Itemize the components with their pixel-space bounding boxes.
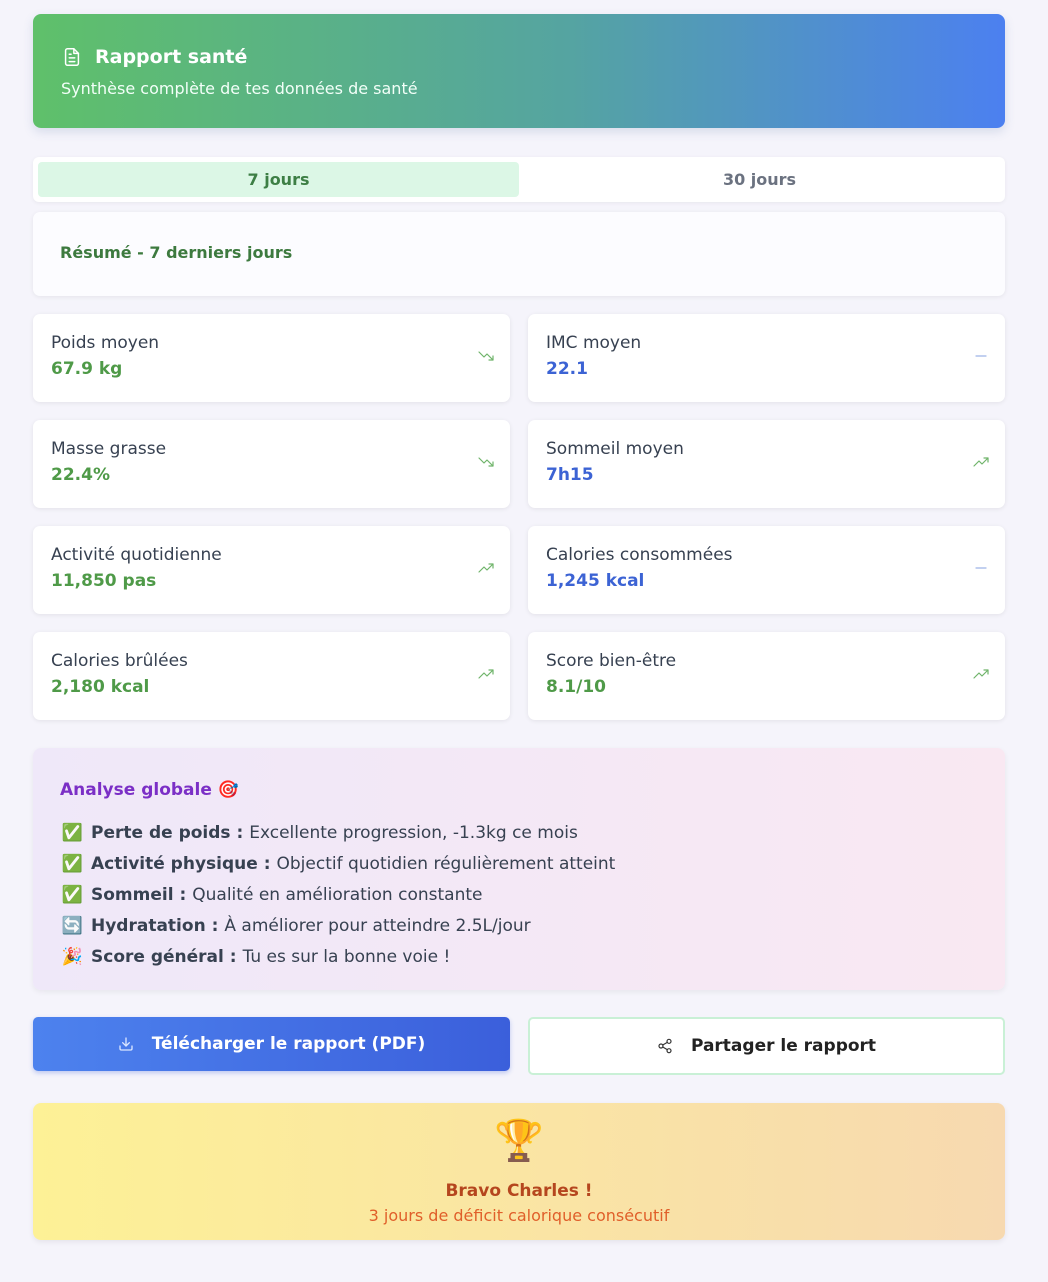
analysis-item-text: Objectif quotidien régulièrement atteint — [276, 853, 616, 874]
page-subtitle: Synthèse complète de tes données de sant… — [61, 79, 418, 98]
analysis-panel: Analyse globale 🎯 ✅ Perte de poids : Exc… — [33, 748, 1005, 990]
tab-30-jours[interactable]: 30 jours — [519, 162, 1000, 197]
metric-card-masse-grasse: Masse grasse 22.4% — [33, 420, 510, 508]
metric-label: IMC moyen — [546, 333, 642, 353]
download-button-label: Télécharger le rapport (PDF) — [151, 1034, 426, 1054]
metric-value: 67.9 kg — [51, 359, 123, 379]
trending-up-icon — [973, 667, 989, 681]
action-buttons: Télécharger le rapport (PDF) Partager le… — [33, 1017, 1005, 1075]
download-icon — [118, 1036, 134, 1052]
metric-card-calories-brulees: Calories brûlées 2,180 kcal — [33, 632, 510, 720]
refresh-icon: 🔄 — [61, 915, 84, 936]
summary-title: Résumé - 7 derniers jours — [60, 243, 293, 262]
check-icon: ✅ — [61, 822, 84, 843]
analysis-item-label: Perte de poids : — [91, 822, 244, 843]
metrics-grid: Poids moyen 67.9 kg IMC moyen 22.1 Masse… — [33, 314, 1005, 720]
analysis-item-label: Activité physique : — [91, 853, 271, 874]
metric-card-calories-consommees: Calories consommées 1,245 kcal — [528, 526, 1005, 614]
metric-value: 22.4% — [51, 465, 110, 485]
analysis-title-text: Analyse globale — [60, 780, 212, 800]
trending-down-icon — [478, 455, 494, 469]
metric-label: Activité quotidienne — [51, 545, 222, 565]
metric-value: 11,850 pas — [51, 571, 157, 591]
metric-label: Calories consommées — [546, 545, 733, 565]
period-tabs: 7 jours 30 jours — [33, 157, 1005, 202]
analysis-item: 🔄 Hydratation : À améliorer pour atteind… — [60, 910, 978, 941]
analysis-item: 🎉 Score général : Tu es sur la bonne voi… — [60, 941, 978, 972]
trending-down-icon — [478, 349, 494, 363]
metric-value: 7h15 — [546, 465, 594, 485]
share-icon — [657, 1038, 673, 1054]
congrats-banner: 🏆 Bravo Charles ! 3 jours de déficit cal… — [33, 1103, 1005, 1240]
report-header: Rapport santé Synthèse complète de tes d… — [33, 14, 1005, 128]
analysis-title: Analyse globale 🎯 — [60, 780, 978, 800]
metric-label: Poids moyen — [51, 333, 160, 353]
check-icon: ✅ — [61, 853, 84, 874]
metric-card-activite-quotidienne: Activité quotidienne 11,850 pas — [33, 526, 510, 614]
metric-value: 8.1/10 — [546, 677, 606, 697]
metric-card-score-bien-etre: Score bien-être 8.1/10 — [528, 632, 1005, 720]
congrats-title: Bravo Charles ! — [445, 1181, 593, 1201]
metric-card-sommeil-moyen: Sommeil moyen 7h15 — [528, 420, 1005, 508]
analysis-item-text: Qualité en amélioration constante — [192, 884, 483, 905]
party-popper-icon: 🎉 — [61, 946, 84, 967]
summary-panel: Résumé - 7 derniers jours — [33, 212, 1005, 296]
report-page: Rapport santé Synthèse complète de tes d… — [33, 14, 1005, 1240]
analysis-item: ✅ Activité physique : Objectif quotidien… — [60, 848, 978, 879]
check-icon: ✅ — [61, 884, 84, 905]
tab-7-jours[interactable]: 7 jours — [38, 162, 519, 197]
analysis-item: ✅ Perte de poids : Excellente progressio… — [60, 817, 978, 848]
analysis-item-text: À améliorer pour atteindre 2.5L/jour — [224, 915, 531, 936]
metric-card-imc-moyen: IMC moyen 22.1 — [528, 314, 1005, 402]
analysis-item: ✅ Sommeil : Qualité en amélioration cons… — [60, 879, 978, 910]
congrats-subtitle: 3 jours de déficit calorique consécutif — [368, 1206, 670, 1225]
trend-flat-icon — [973, 561, 989, 575]
trophy-icon: 🏆 — [494, 1118, 544, 1164]
metric-value: 2,180 kcal — [51, 677, 150, 697]
trend-flat-icon — [973, 349, 989, 363]
metric-label: Calories brûlées — [51, 651, 188, 671]
download-pdf-button[interactable]: Télécharger le rapport (PDF) — [33, 1017, 510, 1071]
analysis-item-text: Excellente progression, -1.3kg ce mois — [249, 822, 578, 843]
analysis-item-text: Tu es sur la bonne voie ! — [242, 946, 451, 967]
header-title-row: Rapport santé — [61, 44, 977, 70]
analysis-item-label: Sommeil : — [91, 884, 187, 905]
metric-label: Sommeil moyen — [546, 439, 684, 459]
metric-label: Score bien-être — [546, 651, 677, 671]
analysis-list: ✅ Perte de poids : Excellente progressio… — [60, 817, 978, 972]
share-report-button[interactable]: Partager le rapport — [528, 1017, 1005, 1075]
metric-label: Masse grasse — [51, 439, 167, 459]
metric-card-poids-moyen: Poids moyen 67.9 kg — [33, 314, 510, 402]
trending-up-icon — [478, 667, 494, 681]
document-icon — [61, 46, 83, 68]
trending-up-icon — [973, 455, 989, 469]
trending-up-icon — [478, 561, 494, 575]
metric-value: 22.1 — [546, 359, 588, 379]
metric-value: 1,245 kcal — [546, 571, 645, 591]
analysis-item-label: Hydratation : — [91, 915, 219, 936]
analysis-item-label: Score général : — [91, 946, 237, 967]
page-title: Rapport santé — [95, 46, 248, 68]
share-button-label: Partager le rapport — [690, 1036, 877, 1056]
target-icon: 🎯 — [217, 780, 240, 800]
